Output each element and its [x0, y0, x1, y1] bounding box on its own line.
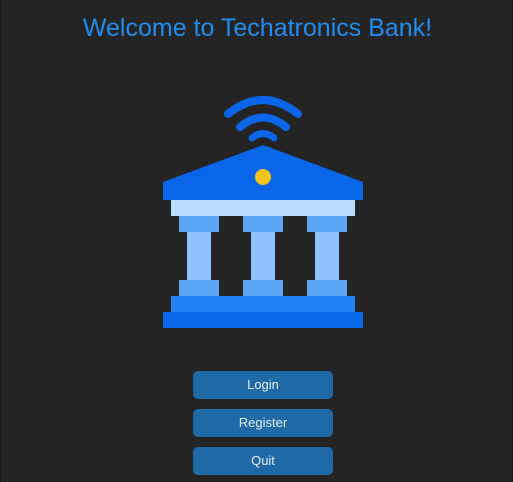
- roof-dot: [255, 169, 271, 185]
- main-window: Welcome to Techatronics Bank! Login Regi…: [0, 0, 513, 482]
- login-button[interactable]: Login: [193, 371, 333, 399]
- page-title: Welcome to Techatronics Bank!: [82, 14, 433, 42]
- bank-step: [171, 296, 355, 312]
- bank-column: [187, 232, 211, 280]
- bank-entablature: [171, 200, 355, 216]
- register-button[interactable]: Register: [193, 409, 333, 437]
- quit-button[interactable]: Quit: [193, 447, 333, 475]
- bank-column: [251, 232, 275, 280]
- bank-base: [163, 312, 363, 328]
- bank-wireless-icon: [163, 96, 363, 328]
- bank-column: [315, 232, 339, 280]
- wifi-signal-icon: [224, 96, 302, 142]
